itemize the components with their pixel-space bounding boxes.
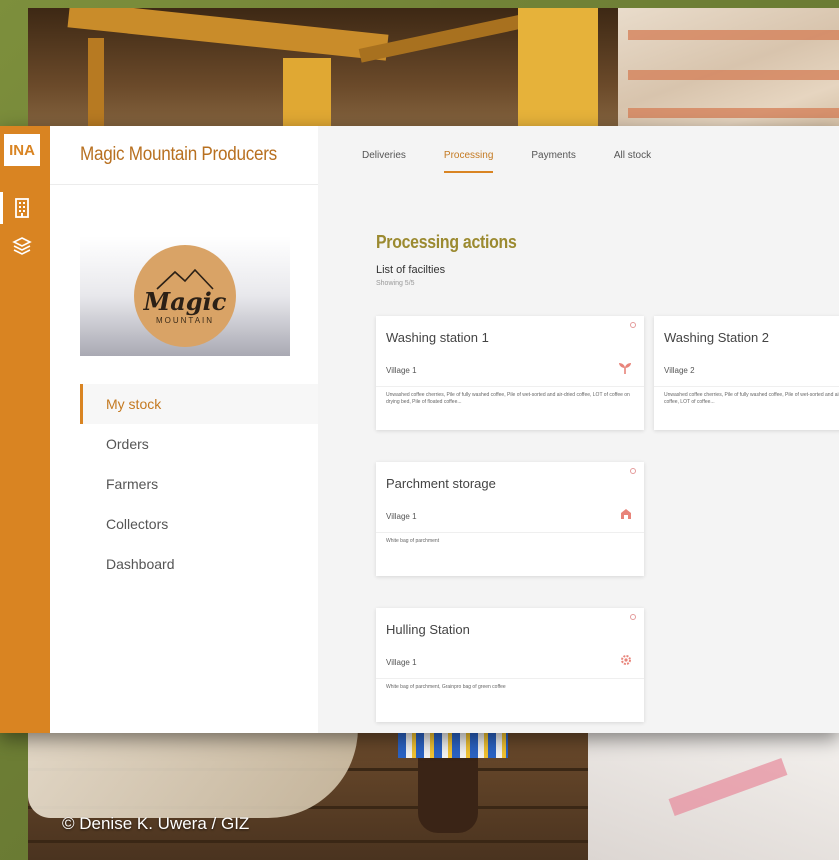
gear-icon bbox=[620, 654, 632, 669]
facility-description: White bag of parchment bbox=[386, 538, 440, 544]
facility-village: Village 2 bbox=[664, 366, 695, 375]
facility-card[interactable]: Parchment storage Village 1 White bag of… bbox=[376, 462, 644, 576]
facility-village: Village 1 bbox=[386, 658, 417, 667]
sidebar-item-orders[interactable]: Orders bbox=[80, 424, 318, 464]
warehouse-icon bbox=[620, 508, 632, 523]
facility-title: Washing station 1 bbox=[386, 330, 489, 345]
facility-card[interactable]: Washing station 1 Village 1 Unwashed cof… bbox=[376, 316, 644, 430]
card-status-dot bbox=[630, 322, 636, 328]
sidebar-item-farmers[interactable]: Farmers bbox=[80, 464, 318, 504]
icon-rail: INA bbox=[0, 126, 50, 733]
tab-all-stock[interactable]: All stock bbox=[614, 150, 651, 173]
warehouse-photo-top bbox=[28, 8, 839, 138]
logo-word: Magic bbox=[143, 286, 227, 316]
building-icon[interactable] bbox=[10, 196, 34, 220]
layers-icon[interactable] bbox=[10, 234, 34, 258]
sidebar-menu: My stock Orders Farmers Collectors Dashb… bbox=[80, 384, 318, 584]
facility-description: White bag of parchment, Grainpro bag of … bbox=[386, 684, 506, 690]
tab-processing[interactable]: Processing bbox=[443, 150, 494, 173]
result-count: Showing 5/5 bbox=[376, 280, 415, 287]
section-subtitle: List of facilties bbox=[376, 264, 446, 276]
divider bbox=[376, 532, 644, 533]
divider bbox=[654, 386, 839, 387]
facility-card[interactable]: Washing Station 2 Village 2 Unwashed cof… bbox=[654, 316, 839, 430]
tab-bar: Deliveries Processing Payments All stock bbox=[362, 150, 689, 173]
facility-description: Unwashed coffee cherries, Pile of fully … bbox=[664, 392, 839, 405]
sprout-icon bbox=[618, 362, 632, 377]
facility-village: Village 1 bbox=[386, 512, 417, 521]
sidebar-item-my-stock[interactable]: My stock bbox=[80, 384, 318, 424]
card-status-dot bbox=[630, 614, 636, 620]
facility-card[interactable]: Hulling Station Village 1 White bag of p… bbox=[376, 608, 644, 722]
divider bbox=[50, 184, 318, 185]
sidebar-item-dashboard[interactable]: Dashboard bbox=[80, 544, 318, 584]
logo-subtext: MOUNTAIN bbox=[155, 315, 215, 325]
logo-emblem: Magic MOUNTAIN bbox=[134, 245, 236, 347]
rail-active-indicator bbox=[0, 192, 3, 224]
page-title: Processing actions bbox=[376, 232, 517, 252]
card-status-dot bbox=[630, 468, 636, 474]
divider bbox=[376, 386, 644, 387]
facility-village: Village 1 bbox=[386, 366, 417, 375]
divider bbox=[376, 678, 644, 679]
sidebar: Magic Mountain Producers Magic MOUNTAIN … bbox=[50, 126, 318, 733]
facility-title: Parchment storage bbox=[386, 476, 496, 491]
tab-deliveries[interactable]: Deliveries bbox=[362, 150, 406, 173]
warehouse-photo-bottom bbox=[28, 728, 839, 860]
company-name: Magic Mountain Producers bbox=[80, 144, 277, 165]
company-logo: Magic MOUNTAIN bbox=[80, 236, 290, 356]
facility-title: Hulling Station bbox=[386, 622, 470, 637]
tab-payments[interactable]: Payments bbox=[531, 150, 575, 173]
photo-credit: © Denise K. Uwera / GIZ bbox=[62, 814, 250, 833]
facility-title: Washing Station 2 bbox=[664, 330, 770, 345]
app-window: INA Magic Mountain Producers Magic MOUNT… bbox=[0, 126, 839, 733]
main-content: Deliveries Processing Payments All stock… bbox=[318, 126, 839, 733]
sidebar-item-collectors[interactable]: Collectors bbox=[80, 504, 318, 544]
facility-description: Unwashed coffee cherries, Pile of fully … bbox=[386, 392, 630, 405]
app-logo[interactable]: INA bbox=[4, 134, 40, 166]
